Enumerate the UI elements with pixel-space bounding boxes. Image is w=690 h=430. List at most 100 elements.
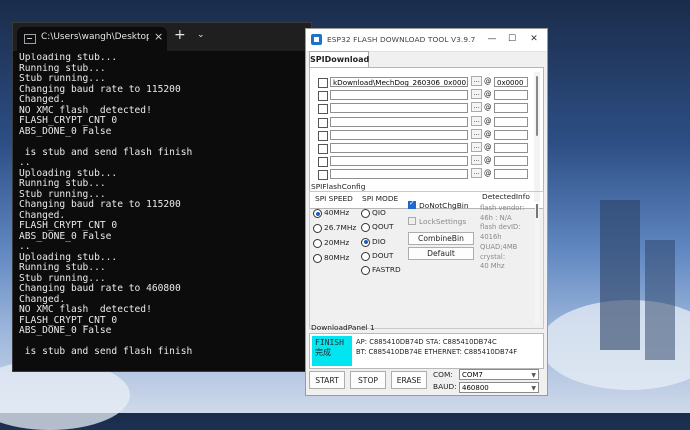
at-label: @ <box>484 102 492 112</box>
address-input[interactable] <box>494 116 528 127</box>
do-not-chg-bin-checkbox[interactable] <box>408 199 416 209</box>
file-path-input[interactable] <box>330 129 468 140</box>
detected-info-label: DetectedInfo <box>482 192 530 201</box>
file-list-scrollbar[interactable] <box>534 72 540 202</box>
terminal-line: ABS_DONE_0 False <box>19 325 112 336</box>
chevron-down-icon[interactable]: ⌄ <box>197 30 205 40</box>
file-enable-checkbox[interactable] <box>318 144 328 154</box>
background-building <box>600 200 640 350</box>
spi-speed-radio[interactable] <box>313 254 322 263</box>
at-label: @ <box>484 115 492 125</box>
address-input[interactable] <box>494 90 528 101</box>
file-path-input[interactable]: kDownload\MechDog_260306_0x000.bin <box>330 77 468 87</box>
address-input[interactable]: 0x0000 <box>494 77 528 87</box>
bt-ethernet-mac: BT: C885410DB74E ETHERNET: C885410DB74F <box>356 348 518 356</box>
detected-info-text: flash vendor: 46h : N/A flash devID: 401… <box>480 204 525 271</box>
browse-button[interactable]: ... <box>471 168 482 179</box>
spi-mode-radio[interactable] <box>361 209 370 218</box>
address-input[interactable] <box>494 143 528 153</box>
minimize-button[interactable]: — <box>481 32 503 47</box>
chevron-down-icon: ▼ <box>531 385 536 392</box>
terminal-line: FLASH_CRYPT_CNT 0 <box>19 220 118 231</box>
file-path-input[interactable] <box>330 143 468 153</box>
file-path-input[interactable] <box>330 103 468 114</box>
default-button[interactable]: Default <box>408 247 474 260</box>
terminal-line: Uploading stub... <box>19 53 118 63</box>
terminal-line: is stub and send flash finish <box>19 146 193 158</box>
terminal-line: NO XMC flash detected! <box>19 304 152 315</box>
file-path-input[interactable] <box>330 169 468 180</box>
combine-bin-button[interactable]: CombineBin <box>408 232 474 245</box>
terminal-line: FLASH_CRYPT_CNT 0 <box>19 115 118 126</box>
window-title: ESP32 FLASH DOWNLOAD TOOL V3.9.7 <box>327 35 476 44</box>
maximize-button[interactable]: ☐ <box>501 32 523 47</box>
close-tab-icon[interactable]: × <box>154 30 163 43</box>
at-label: @ <box>484 89 492 99</box>
browse-button[interactable]: ... <box>471 155 482 166</box>
spi-mode-radio[interactable] <box>361 251 370 261</box>
terminal-line: Changing baud rate to 460800 <box>19 283 181 294</box>
erase-button[interactable]: ERASE <box>391 371 427 389</box>
at-label: @ <box>484 142 492 151</box>
window-titlebar: ESP32 FLASH DOWNLOAD TOOL V3.9.7 — ☐ ✕ <box>306 29 547 52</box>
file-enable-checkbox[interactable] <box>318 130 328 141</box>
new-tab-button[interactable]: + <box>174 27 186 43</box>
at-label: @ <box>484 168 492 178</box>
file-path-input[interactable] <box>330 90 468 101</box>
detected-info-scrollbar[interactable] <box>535 204 539 324</box>
do-not-chg-bin-label: DoNotChgBin <box>419 201 469 210</box>
address-input[interactable] <box>494 156 528 167</box>
file-enable-checkbox[interactable] <box>318 91 328 102</box>
flash-tool-window: ESP32 FLASH DOWNLOAD TOOL V3.9.7 — ☐ ✕ S… <box>305 28 548 396</box>
terminal-line: ABS_DONE_0 False <box>19 125 112 137</box>
terminal-tab[interactable]: C:\Users\wangh\Desktop\flas × <box>17 27 167 51</box>
start-button[interactable]: START <box>309 371 345 389</box>
baud-rate-select[interactable]: 460800 ▼ <box>459 382 539 393</box>
terminal-line: .. <box>19 157 31 168</box>
terminal-line: ABS_DONE_0 False <box>19 230 112 242</box>
spi-mode-radio[interactable] <box>361 237 370 247</box>
browse-button[interactable]: ... <box>471 89 482 100</box>
terminal-window: C:\Users\wangh\Desktop\flas × + ⌄ Upload… <box>12 22 312 372</box>
at-label: @ <box>484 128 492 138</box>
file-path-input[interactable] <box>330 156 468 167</box>
address-input[interactable] <box>494 169 528 180</box>
file-enable-checkbox[interactable] <box>318 157 328 168</box>
com-port-select[interactable]: COM7 ▼ <box>459 369 539 380</box>
spi-speed-label: SPI SPEED <box>315 194 353 203</box>
terminal-line: is stub and send flash finish <box>19 346 193 357</box>
browse-button[interactable]: ... <box>471 142 482 152</box>
browse-button[interactable]: ... <box>471 76 482 86</box>
flash-config-label: SPIFlashConfig <box>311 182 366 191</box>
baud-rate-value: 460800 <box>462 384 489 392</box>
browse-button[interactable]: ... <box>471 128 482 139</box>
terminal-line: .. <box>19 241 31 252</box>
file-enable-checkbox[interactable] <box>318 117 328 128</box>
terminal-titlebar: C:\Users\wangh\Desktop\flas × + ⌄ <box>13 23 311 51</box>
file-path-input[interactable] <box>330 116 468 127</box>
close-button[interactable]: ✕ <box>523 32 545 47</box>
terminal-line: Running stub... <box>19 178 106 189</box>
lock-settings-checkbox[interactable] <box>408 217 416 225</box>
terminal-line: Stub running... <box>19 73 106 84</box>
address-input[interactable] <box>494 103 528 114</box>
spi-speed-radio[interactable] <box>313 239 322 248</box>
terminal-tab-title: C:\Users\wangh\Desktop\flas <box>41 32 149 42</box>
download-panel-label: DownloadPanel 1 <box>311 323 375 332</box>
spi-speed-radio[interactable] <box>313 209 322 218</box>
lock-settings-label: LockSettings <box>419 217 467 226</box>
download-panel: FINISH 完成 AP: C885410DB74D STA: C885410D… <box>309 333 544 369</box>
browse-button[interactable]: ... <box>471 102 482 113</box>
com-port-value: COM7 <box>462 371 483 379</box>
address-input[interactable] <box>494 129 528 140</box>
browse-button[interactable]: ... <box>471 115 482 126</box>
tab-spidownload[interactable]: SPIDownload <box>309 51 369 68</box>
file-enable-checkbox[interactable] <box>318 170 328 181</box>
at-label: @ <box>484 76 492 85</box>
spi-mode-label: SPI MODE <box>362 194 399 203</box>
file-enable-checkbox[interactable] <box>318 104 328 115</box>
spi-speed-radio[interactable] <box>313 224 322 233</box>
file-enable-checkbox[interactable] <box>318 78 328 88</box>
terminal-line: Changed. <box>19 94 66 105</box>
stop-button[interactable]: STOP <box>350 371 386 389</box>
